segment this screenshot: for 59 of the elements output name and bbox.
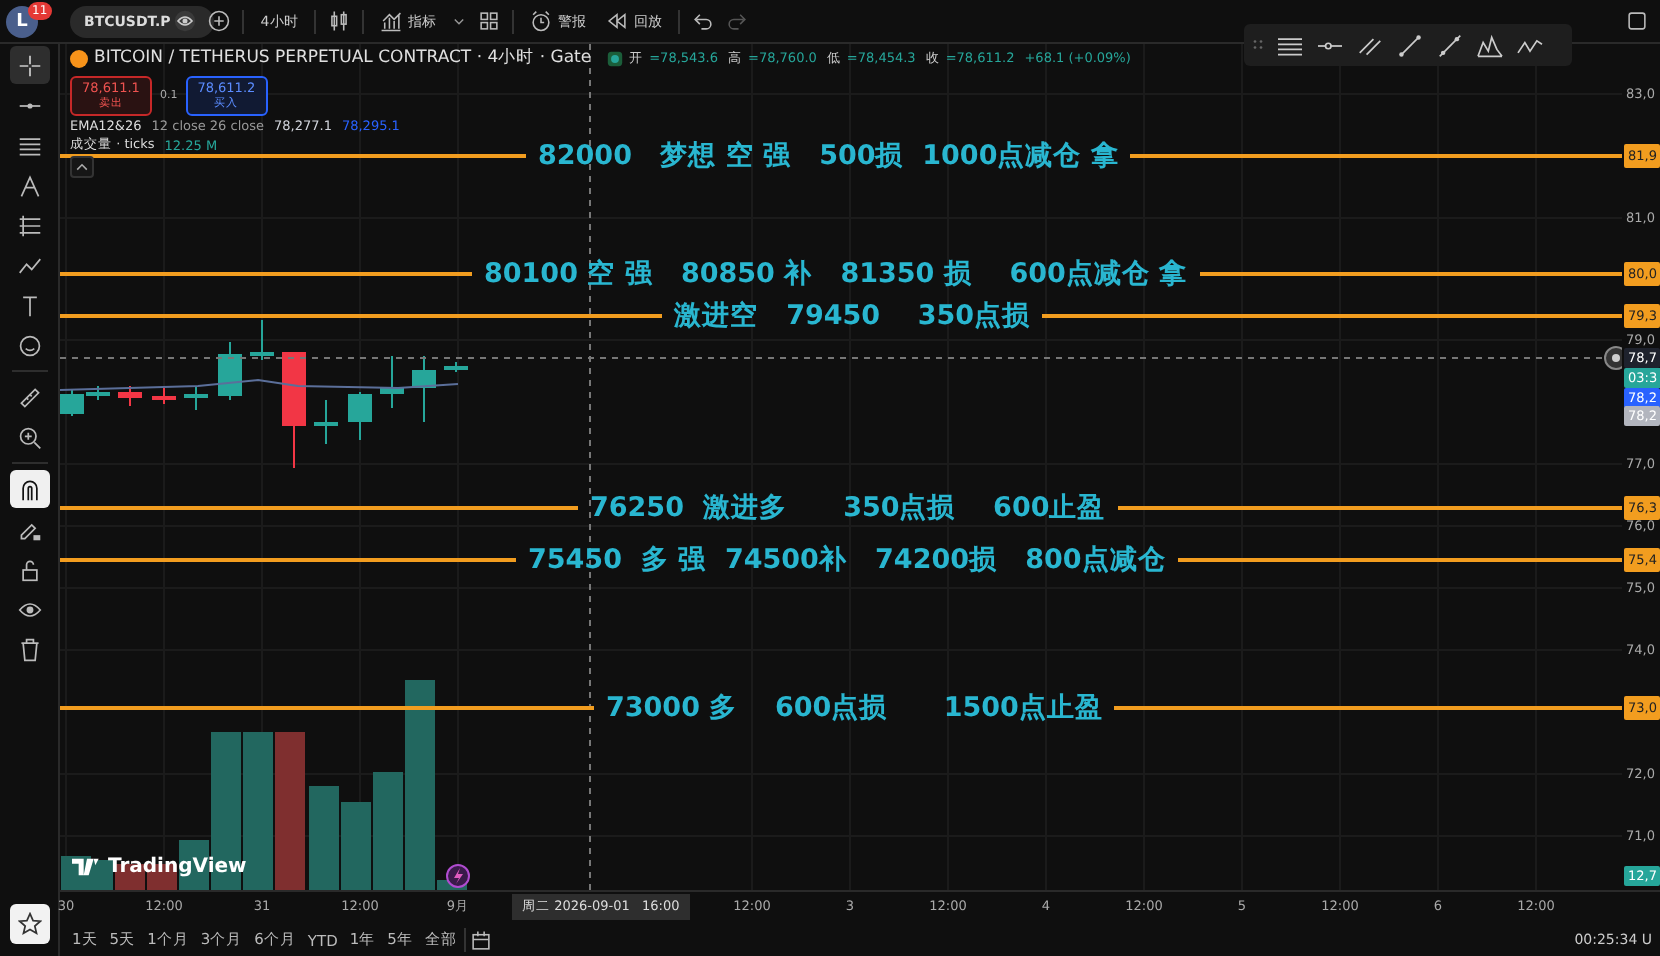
- trend-line-icon[interactable]: [1436, 33, 1464, 57]
- chevron-up-icon: [74, 159, 90, 175]
- zoom-icon: [17, 425, 41, 449]
- magnet-icon: [17, 477, 41, 501]
- text-icon: [17, 293, 41, 317]
- candle: [348, 391, 372, 441]
- line-segment-icon[interactable]: [1396, 33, 1424, 57]
- candle: [380, 355, 404, 409]
- level-annotation: 76250 激进多 350点损 600止盈: [588, 490, 1108, 526]
- grid-icon[interactable]: [477, 10, 500, 32]
- redo-icon[interactable]: [725, 10, 748, 32]
- fullscreen-icon[interactable]: [1626, 10, 1648, 32]
- collapse-legend-button[interactable]: [70, 156, 94, 178]
- parallel-lines-icon[interactable]: [1356, 33, 1384, 57]
- lines-icon: [17, 133, 41, 157]
- undo-icon[interactable]: [691, 10, 714, 32]
- eye-icon[interactable]: [174, 10, 197, 32]
- crosshair-target-icon[interactable]: [1604, 346, 1622, 370]
- volume-bar: [309, 786, 339, 890]
- level-annotation: 73000 多 600点损 1500点止盈: [604, 690, 1105, 726]
- candle: [184, 385, 208, 411]
- candle: [444, 361, 468, 373]
- rewind-icon: [605, 10, 628, 32]
- emoji-icon: [17, 333, 41, 357]
- eye-icon: [17, 597, 41, 621]
- level-annotation: 80100 空 强 80850 补 81350 损 600点减仓 拿: [482, 256, 1190, 292]
- status-dot-icon: [605, 49, 624, 67]
- bar-chart-icon: [379, 10, 402, 32]
- volume-bar: [341, 802, 371, 890]
- candlestick-icon[interactable]: [327, 10, 350, 32]
- candle: [314, 399, 338, 445]
- level-annotation: 82000 梦想 空 强 500损 1000点减仓 拿: [536, 138, 1121, 174]
- alarm-clock-icon: [529, 10, 552, 32]
- coin-icon: [70, 49, 88, 67]
- caret-icon[interactable]: [451, 14, 466, 28]
- favorite-button[interactable]: [9, 904, 49, 944]
- candle: [412, 355, 436, 423]
- magnet-tool-button[interactable]: [9, 470, 49, 508]
- candle: [152, 387, 176, 405]
- crosshair-tool-button[interactable]: [9, 46, 49, 84]
- tradingview-logo: TradingView: [72, 856, 247, 878]
- level-annotation: 激进空 79450 350点损: [672, 298, 1033, 334]
- lock-icon: [17, 557, 41, 581]
- lightning-icon[interactable]: [446, 864, 470, 888]
- horizontal-lines-icon[interactable]: [1276, 33, 1304, 57]
- star-icon: [17, 912, 41, 936]
- add-icon[interactable]: [208, 10, 231, 32]
- level-annotation: 75450 多 强 74500补 74200损 800点减仓: [526, 542, 1168, 578]
- candle: [282, 351, 306, 469]
- candle: [250, 319, 274, 361]
- ruler-icon: [17, 385, 41, 409]
- calendar-icon[interactable]: [470, 929, 493, 951]
- candle: [218, 341, 242, 401]
- trend-icon: [17, 253, 41, 277]
- crosshair-icon: [17, 53, 41, 77]
- candle: [118, 385, 142, 407]
- pattern-icon[interactable]: [1476, 33, 1504, 57]
- chart-title: BITCOIN / TETHERUS PERPETUAL CONTRACT · 4小时 · Gate: [94, 46, 592, 70]
- trash-icon: [17, 637, 41, 661]
